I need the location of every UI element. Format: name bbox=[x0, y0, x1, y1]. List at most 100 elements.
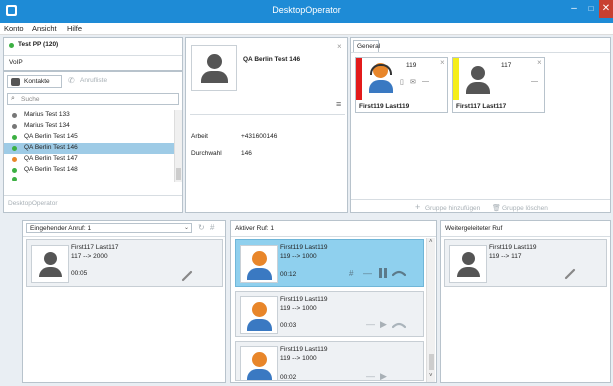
contact-avatar bbox=[191, 45, 237, 91]
forwarded-call-panel: Weitergeleiteter Ruf First119 Last119 11… bbox=[440, 220, 611, 383]
call-route: 119 --> 1000 bbox=[280, 253, 317, 260]
contact-item-selected[interactable]: QA Berlin Test 146 bbox=[4, 143, 174, 154]
scrollbar-thumb[interactable] bbox=[176, 168, 181, 180]
call-timer: 00:02 bbox=[280, 374, 297, 381]
incoming-call-panel: Eingehender Anruf: 1 ⌄ ↻ # First117 Last… bbox=[22, 220, 226, 383]
call-route: 117 --> 2000 bbox=[71, 253, 108, 260]
call-route: 119 --> 1000 bbox=[280, 355, 317, 362]
operator-avatar-icon bbox=[240, 296, 278, 334]
dash-icon: — bbox=[422, 78, 429, 85]
transfer-icon[interactable]: — bbox=[366, 319, 375, 329]
favorite-ext: 117 bbox=[501, 62, 512, 69]
operator-avatar-icon bbox=[366, 61, 396, 95]
add-group-icon[interactable]: + bbox=[415, 202, 420, 212]
transfer-icon[interactable]: — bbox=[363, 268, 372, 278]
mail-icon[interactable]: ✉ bbox=[410, 78, 416, 86]
pause-icon-bar1[interactable] bbox=[379, 268, 382, 278]
presence-dot bbox=[12, 157, 17, 162]
contacts-scrollbar[interactable] bbox=[174, 110, 182, 182]
contact-item[interactable]: Marius Test 134 bbox=[4, 121, 174, 132]
redial-icon[interactable]: ↻ bbox=[198, 223, 205, 232]
active-call-card[interactable]: First119 Last119 119 --> 1000 00:12 # — bbox=[235, 239, 424, 287]
contacts-tab-icon bbox=[11, 78, 20, 86]
remove-favorite-icon[interactable]: × bbox=[440, 58, 445, 67]
account-line: VoIP bbox=[9, 59, 23, 66]
window-title: DesktopOperator bbox=[272, 5, 341, 15]
hangup-icon[interactable] bbox=[392, 269, 406, 277]
presence-dot bbox=[12, 168, 17, 173]
close-detail-icon[interactable]: × bbox=[337, 42, 342, 51]
contact-detail-panel: QA Berlin Test 146 × ≡ Arbeit +431600146… bbox=[185, 37, 348, 213]
detail-value-extension[interactable]: 146 bbox=[241, 150, 252, 157]
call-route: 119 --> 1000 bbox=[280, 305, 317, 312]
tab-contacts[interactable]: Kontakte bbox=[7, 75, 62, 88]
contact-detail-name: QA Berlin Test 146 bbox=[243, 56, 301, 63]
dialpad-icon[interactable]: # bbox=[349, 269, 353, 278]
caller-avatar bbox=[31, 245, 69, 283]
menu-konto[interactable]: Konto bbox=[4, 24, 24, 33]
search-icon: ⌕ bbox=[11, 95, 15, 102]
contact-name: Marius Test 133 bbox=[24, 111, 70, 118]
dialpad-icon[interactable]: # bbox=[210, 223, 214, 232]
contact-item[interactable]: QA Berlin Test 148 bbox=[4, 165, 174, 176]
contact-name: QA Berlin Test 147 bbox=[24, 155, 78, 162]
favorite-card[interactable]: 117 × — First117 Last117 bbox=[452, 57, 545, 113]
call-route: 119 --> 117 bbox=[489, 253, 522, 260]
incoming-title: Eingehender Anruf: 1 bbox=[30, 225, 92, 232]
answer-handset-icon[interactable] bbox=[564, 268, 576, 280]
search-placeholder: Suche bbox=[21, 96, 40, 103]
remove-favorite-icon[interactable]: × bbox=[537, 58, 542, 67]
call-timer: 00:12 bbox=[280, 271, 297, 278]
active-title: Aktiver Ruf: 1 bbox=[235, 225, 275, 232]
call-timer: 00:05 bbox=[71, 270, 88, 277]
caller-name: First119 Last119 bbox=[489, 244, 537, 251]
contact-item[interactable]: QA Berlin Test 147 bbox=[4, 154, 174, 165]
forwarded-call-card[interactable]: First119 Last119 119 --> 117 bbox=[444, 239, 607, 287]
answer-handset-icon[interactable] bbox=[181, 270, 193, 282]
tab-call-list[interactable]: ✆ Anrufliste bbox=[66, 75, 126, 88]
transfer-icon[interactable]: — bbox=[366, 371, 375, 380]
maximize-button[interactable]: □ bbox=[584, 0, 598, 18]
forwarded-title: Weitergeleiteter Ruf bbox=[445, 225, 503, 232]
active-calls-scrollbar[interactable]: ˄ ˅ bbox=[426, 238, 435, 382]
hangup-icon[interactable] bbox=[392, 321, 406, 329]
incoming-call-card[interactable]: First117 Last117 117 --> 2000 00:05 bbox=[26, 239, 223, 287]
chevron-down-icon: ⌄ bbox=[184, 225, 190, 231]
detail-value-work[interactable]: +431600146 bbox=[241, 133, 277, 140]
presence-dot bbox=[12, 113, 17, 118]
scroll-down-icon[interactable]: ˅ bbox=[429, 373, 433, 379]
operator-avatar-icon bbox=[240, 346, 278, 380]
contact-item[interactable]: Marius Test 133 bbox=[4, 110, 174, 121]
menu-hilfe[interactable]: Hilfe bbox=[67, 24, 82, 33]
contact-name: QA Berlin Test 145 bbox=[24, 133, 78, 140]
favorite-name: First117 Last117 bbox=[456, 103, 507, 110]
scroll-up-icon[interactable]: ˄ bbox=[429, 239, 433, 245]
incoming-call-select[interactable]: Eingehender Anruf: 1 ⌄ bbox=[26, 223, 192, 233]
resume-icon[interactable]: ▶ bbox=[380, 371, 387, 380]
held-call-card[interactable]: First119 Last119 119 --> 1000 00:02 — ▶ bbox=[235, 341, 424, 381]
tab-contacts-label: Kontakte bbox=[24, 78, 50, 85]
close-window-button[interactable]: ✕ bbox=[599, 0, 613, 18]
pause-icon-bar2[interactable] bbox=[384, 268, 387, 278]
held-call-card[interactable]: First119 Last119 119 --> 1000 00:03 — ▶ bbox=[235, 291, 424, 337]
delete-group-button[interactable]: Gruppe löschen bbox=[502, 205, 548, 212]
resume-icon[interactable]: ▶ bbox=[380, 319, 387, 330]
contact-item[interactable]: QA Berlin Test 145 bbox=[4, 132, 174, 143]
contact-item-partial[interactable] bbox=[4, 176, 174, 181]
menu-icon[interactable]: ≡ bbox=[336, 99, 341, 109]
tab-general[interactable]: General bbox=[353, 40, 380, 52]
contacts-panel: Test PP (120) VoIP Kontakte ✆ Anrufliste… bbox=[3, 37, 183, 213]
search-input[interactable]: ⌕ Suche bbox=[7, 93, 179, 105]
scrollbar-thumb[interactable] bbox=[429, 354, 434, 370]
trash-icon[interactable]: 🗑 bbox=[492, 204, 501, 212]
favorite-card[interactable]: 119 × ▯ ✉ — First119 Last119 bbox=[355, 57, 448, 113]
add-group-button[interactable]: Gruppe hinzufügen bbox=[425, 205, 480, 212]
caller-name: First119 Last119 bbox=[280, 244, 328, 251]
menu-bar: Konto Ansicht Hilfe bbox=[0, 23, 613, 35]
minimize-button[interactable]: – bbox=[566, 0, 582, 18]
menu-ansicht[interactable]: Ansicht bbox=[32, 24, 57, 33]
presence-dot bbox=[12, 124, 17, 129]
contact-name: QA Berlin Test 146 bbox=[24, 144, 78, 151]
account-name[interactable]: Test PP (120) bbox=[18, 41, 58, 48]
phone-log-icon: ✆ bbox=[68, 76, 75, 85]
